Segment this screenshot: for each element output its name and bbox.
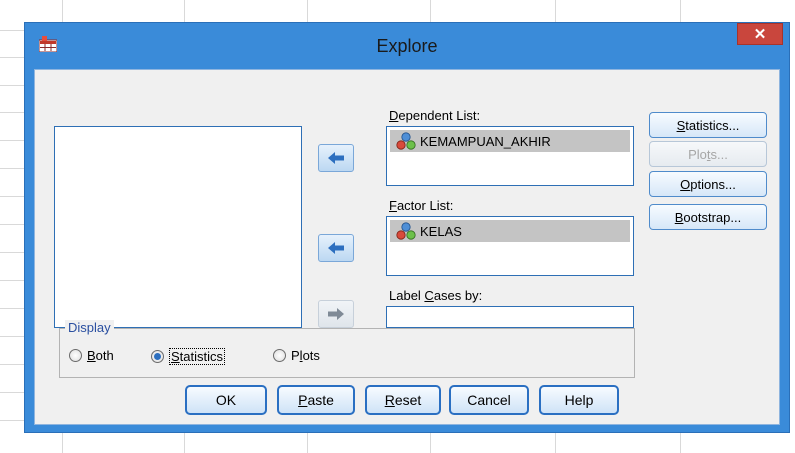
move-to-label-cases-button[interactable] xyxy=(318,300,354,328)
radio-plots-indicator[interactable] xyxy=(273,349,286,362)
dependent-variable-name: KEMAMPUAN_AKHIR xyxy=(420,133,551,149)
plots-button[interactable]: Plo t s... xyxy=(649,141,767,167)
statistics-button[interactable]: Statistics... xyxy=(649,112,767,138)
dependent-list-item[interactable]: KEMAMPUAN_AKHIR xyxy=(390,130,630,152)
reset-button[interactable]: Reset xyxy=(365,385,441,415)
label-cases-field[interactable] xyxy=(386,306,634,328)
label-cases-label: Label Cases by: xyxy=(389,288,483,303)
spss-app-icon xyxy=(39,36,57,52)
move-to-dependent-button[interactable] xyxy=(318,144,354,172)
move-to-factor-button[interactable] xyxy=(318,234,354,262)
nominal-variable-icon xyxy=(396,132,416,150)
bootstrap-button[interactable]: Bootstrap... xyxy=(649,204,767,230)
dialog-title: Explore xyxy=(376,35,438,56)
radio-plots[interactable]: Plots xyxy=(273,348,320,363)
dependent-list-box[interactable]: KEMAMPUAN_AKHIR xyxy=(386,126,634,186)
factor-list-label: Factor List: xyxy=(389,198,454,213)
close-icon: ✕ xyxy=(753,26,767,43)
paste-button[interactable]: Paste xyxy=(277,385,355,415)
dialog-body: Dependent List: KEMAMPUAN_AKHIR Factor L… xyxy=(34,69,780,425)
factor-list-item[interactable]: KELAS xyxy=(390,220,630,242)
radio-statistics-indicator[interactable] xyxy=(151,350,164,363)
options-button[interactable]: Options... xyxy=(649,171,767,197)
help-button[interactable]: Help xyxy=(539,385,619,415)
ok-button[interactable]: OK xyxy=(185,385,267,415)
nominal-variable-icon xyxy=(396,222,416,240)
explore-dialog: Explore ✕ Dependent List: KEMAMPUAN_AKHI… xyxy=(24,22,790,433)
radio-statistics[interactable]: Statistics xyxy=(151,348,226,365)
factor-variable-name: KELAS xyxy=(420,223,462,239)
source-variable-list[interactable] xyxy=(54,126,302,328)
factor-list-box[interactable]: KELAS xyxy=(386,216,634,276)
arrow-right-icon xyxy=(328,308,344,320)
cancel-button[interactable]: Cancel xyxy=(449,385,529,415)
close-button[interactable]: ✕ xyxy=(737,23,783,45)
radio-both-indicator[interactable] xyxy=(69,349,82,362)
arrow-left-icon xyxy=(328,242,344,254)
dependent-list-label: Dependent List: xyxy=(389,108,481,123)
display-group-label: Display xyxy=(65,320,114,335)
arrow-left-icon xyxy=(328,152,344,164)
display-group xyxy=(59,328,635,378)
title-bar[interactable]: Explore ✕ xyxy=(25,23,789,69)
radio-both[interactable]: Both xyxy=(69,348,114,363)
